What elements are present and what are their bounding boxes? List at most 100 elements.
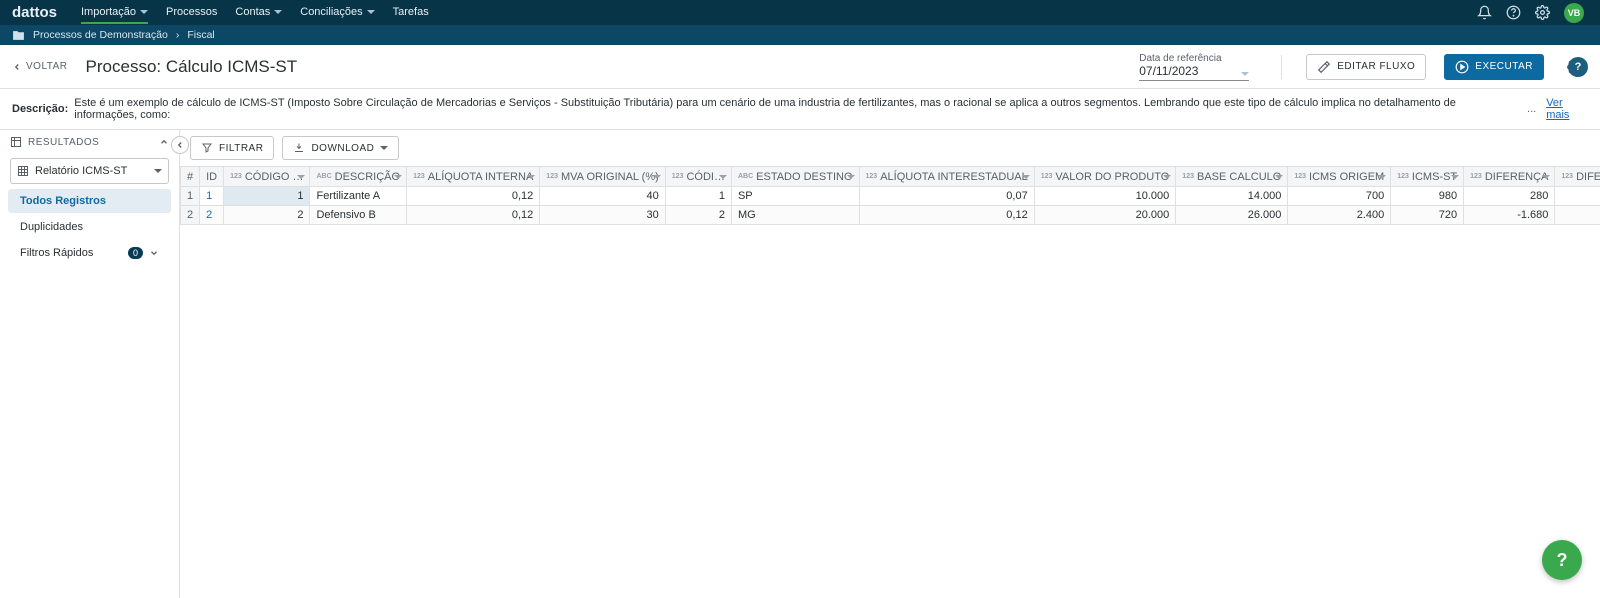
cell-codigo: 2: [224, 206, 310, 225]
breadcrumb-link-2[interactable]: Fiscal: [187, 29, 214, 41]
edit-icon: [1317, 60, 1331, 74]
help-icon[interactable]: [1506, 5, 1521, 20]
col-icms-st[interactable]: 123ICMS-ST: [1391, 167, 1464, 187]
col-mva[interactable]: 123MVA ORIGINAL (%): [540, 167, 665, 187]
sort-icon: [1542, 175, 1550, 179]
nav-item-processos[interactable]: Processos: [166, 2, 217, 24]
see-more-link[interactable]: Ver mais: [1546, 97, 1588, 121]
sort-icon: [527, 175, 535, 179]
col-rownum[interactable]: #: [181, 167, 200, 187]
grid-header: # ID 123CÓDIGO … ABCDESCRIÇÃO 123ALÍQUOT…: [181, 167, 1600, 187]
edit-flow-button[interactable]: EDITAR FLUXO: [1306, 54, 1426, 80]
col-estado[interactable]: ABCESTADO DESTINO: [731, 167, 859, 187]
col-aliquota-interna[interactable]: 123ALÍQUOTA INTERNA: [407, 167, 540, 187]
cell-codigo: 1: [224, 187, 310, 206]
report-select[interactable]: Relatório ICMS-ST: [10, 158, 169, 184]
description-text: Este é um exemplo de cálculo de ICMS-ST …: [74, 97, 1521, 121]
sidebar-item-label: Filtros Rápidos: [20, 247, 93, 259]
filter-label: FILTRAR: [219, 143, 263, 154]
cell-aliq-interna: 0,12: [407, 206, 540, 225]
cell-estado: MG: [731, 206, 859, 225]
breadcrumb-link-1[interactable]: Processos de Demonstração: [33, 29, 168, 41]
ref-date-label: Data de referência: [1139, 53, 1249, 64]
download-label: DOWNLOAD: [311, 143, 374, 154]
cell-id[interactable]: 2: [200, 206, 224, 225]
avatar[interactable]: VB: [1564, 3, 1584, 23]
help-fab[interactable]: ?: [1542, 540, 1582, 580]
filter-button[interactable]: FILTRAR: [190, 136, 274, 160]
cell-dif-pct: 0,4: [1555, 187, 1600, 206]
cell-valor: 20.000: [1034, 206, 1176, 225]
table-row[interactable]: 2 2 2 Defensivo B 0,12 30 2 MG 0,12 20.0…: [181, 206, 1600, 225]
cell-icms-origem: 700: [1288, 187, 1391, 206]
grid-icon: [17, 165, 29, 177]
cell-id[interactable]: 1: [200, 187, 224, 206]
sidebar-item-quick-filters[interactable]: Filtros Rápidos 0: [8, 241, 171, 265]
col-diferenca[interactable]: 123DIFERENÇA: [1464, 167, 1555, 187]
sidebar-section-header[interactable]: RESULTADOS: [0, 130, 179, 154]
main: RESULTADOS Relatório ICMS-ST Todos Regis…: [0, 130, 1600, 598]
col-descricao[interactable]: ABCDESCRIÇÃO: [310, 167, 407, 187]
caret-down-icon: [140, 10, 148, 14]
col-valor-produto[interactable]: 123VALOR DO PRODUTO: [1034, 167, 1176, 187]
collapse-sidebar-button[interactable]: [171, 136, 189, 154]
caret-down-icon: [154, 169, 162, 173]
chevron-up-icon: [159, 137, 169, 147]
back-label: VOLTAR: [26, 61, 68, 72]
execute-button[interactable]: EXECUTAR: [1444, 54, 1544, 80]
nav-item-contas[interactable]: Contas: [235, 2, 282, 24]
nav-items: Importação Processos Contas Conciliações…: [81, 2, 429, 24]
col-codigo[interactable]: 123CÓDIGO …: [224, 167, 310, 187]
cell-valor: 10.000: [1034, 187, 1176, 206]
description-row: Descrição: Este é um exemplo de cálculo …: [0, 89, 1600, 130]
sort-icon: [1378, 175, 1386, 179]
header-help-icon[interactable]: ?: [1568, 57, 1588, 77]
page-title: Processo: Cálculo ICMS-ST: [86, 57, 298, 77]
back-button[interactable]: VOLTAR: [12, 61, 68, 72]
top-nav: dattos Importação Processos Contas Conci…: [0, 0, 1600, 25]
sort-icon: [1451, 175, 1459, 179]
gear-icon[interactable]: [1535, 5, 1550, 20]
cell-rownum: 2: [181, 206, 200, 225]
nav-item-importacao[interactable]: Importação: [81, 2, 148, 24]
filter-icon: [201, 142, 213, 154]
download-button[interactable]: DOWNLOAD: [282, 136, 399, 160]
col-icms-origem[interactable]: 123ICMS ORIGEM: [1288, 167, 1391, 187]
col-codi[interactable]: 123CÓDI…: [665, 167, 731, 187]
cell-codi: 2: [665, 206, 731, 225]
col-base-calculo[interactable]: 123BASE CALCULO: [1176, 167, 1288, 187]
edit-flow-label: EDITAR FLUXO: [1337, 61, 1415, 72]
cell-aliq-interna: 0,12: [407, 187, 540, 206]
description-label: Descrição:: [12, 103, 68, 115]
caret-down-icon: [1241, 72, 1249, 76]
sort-icon: [394, 175, 402, 179]
page-header: VOLTAR Processo: Cálculo ICMS-ST Data de…: [0, 45, 1600, 89]
cell-base: 14.000: [1176, 187, 1288, 206]
brand-logo: dattos: [12, 4, 57, 21]
table-row[interactable]: 1 1 1 Fertilizante A 0,12 40 1 SP 0,07 1…: [181, 187, 1600, 206]
sidebar-item-duplicates[interactable]: Duplicidades: [8, 215, 171, 239]
cell-dif-pct: -0,7: [1555, 206, 1600, 225]
sort-icon: [653, 175, 661, 179]
chevron-down-icon: [149, 248, 159, 258]
cell-codi: 1: [665, 187, 731, 206]
nav-item-tarefas[interactable]: Tarefas: [393, 2, 429, 24]
reference-date-picker[interactable]: Data de referência 07/11/2023: [1139, 53, 1249, 81]
col-diferenca-pct[interactable]: 123DIFERENÇA %: [1555, 167, 1600, 187]
data-grid[interactable]: # ID 123CÓDIGO … ABCDESCRIÇÃO 123ALÍQUOT…: [180, 166, 1600, 598]
sort-icon: [1022, 175, 1030, 179]
ref-date-value: 07/11/2023: [1139, 64, 1249, 78]
nav-item-label: Tarefas: [393, 6, 429, 18]
sort-icon: [719, 175, 727, 179]
breadcrumb-bar: Processos de Demonstração › Fiscal: [0, 25, 1600, 45]
sidebar-section-label: RESULTADOS: [28, 137, 99, 148]
sidebar-item-all-records[interactable]: Todos Registros: [8, 189, 171, 213]
nav-item-conciliacoes[interactable]: Conciliações: [300, 2, 374, 24]
col-id[interactable]: ID: [200, 167, 224, 187]
bell-icon[interactable]: [1477, 5, 1492, 20]
nav-item-label: Contas: [235, 6, 270, 18]
cell-aliq-inter: 0,12: [859, 206, 1034, 225]
filter-count-badge: 0: [128, 247, 143, 259]
col-aliquota-interestadual[interactable]: 123ALÍQUOTA INTERESTADUAL: [859, 167, 1034, 187]
cell-mva: 30: [540, 206, 665, 225]
